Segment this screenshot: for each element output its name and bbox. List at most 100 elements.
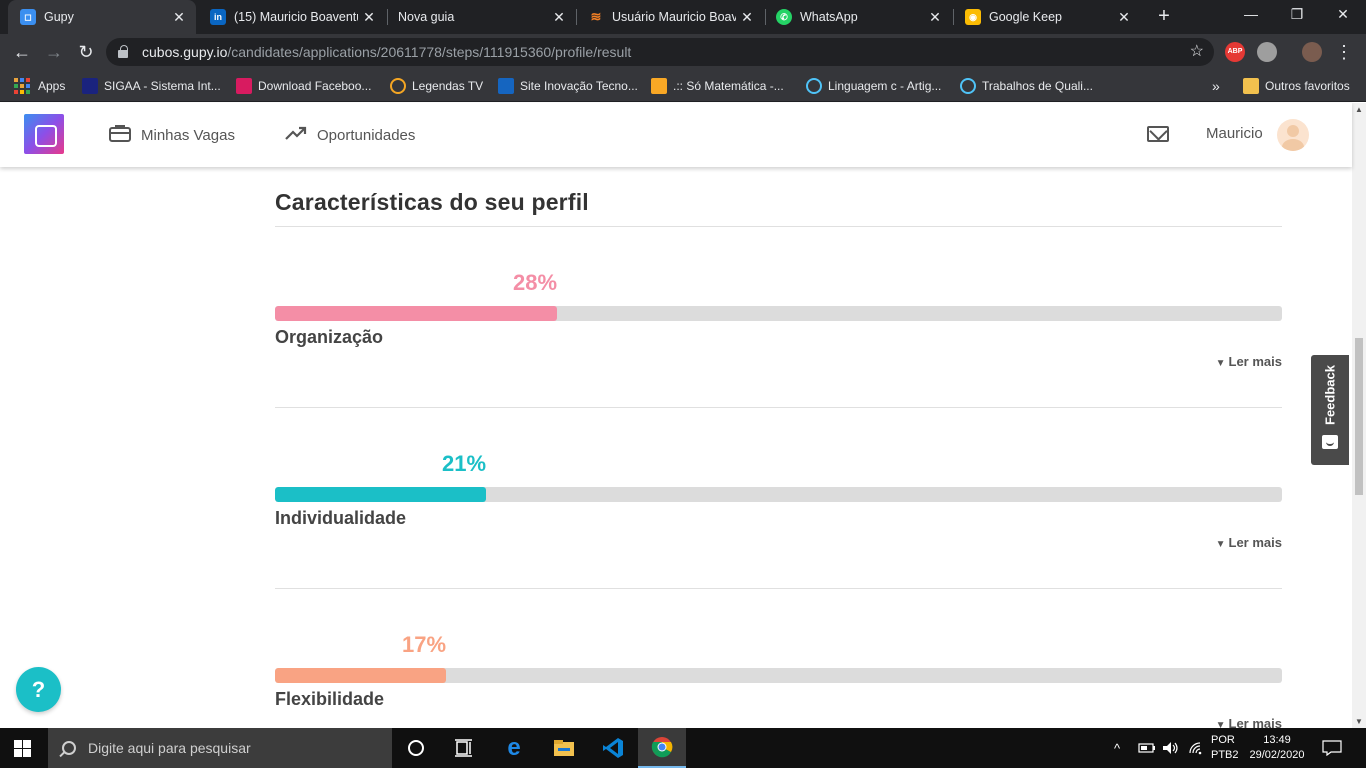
battery-icon[interactable] [1138,728,1156,768]
bookmark-trabalhos[interactable]: Trabalhos de Quali... [960,77,1093,95]
notifications-icon[interactable] [1322,728,1342,768]
bookmark-label: Download Faceboo... [258,79,372,93]
trait-progress-fill [275,487,486,502]
reload-button[interactable]: ↻ [72,38,100,66]
other-bookmarks-label: Outros favoritos [1265,79,1350,93]
browser-menu-icon[interactable]: ⋮ [1330,38,1358,66]
trabalhos-icon [960,78,976,94]
tab-nova-guia[interactable]: Nova guia ✕ [386,0,576,34]
maximize-window-button[interactable]: ❐ [1274,0,1320,30]
close-tab-icon[interactable]: ✕ [736,9,758,26]
bookmark-legendas-tv[interactable]: Legendas TV [390,77,483,95]
tab-title: (15) Mauricio Boaventura [234,10,358,24]
bookmarks-overflow-button[interactable]: » [1212,77,1220,95]
adblock-plus-icon[interactable]: ABP [1225,42,1245,62]
nav-minhas-vagas[interactable]: Minhas Vagas [109,123,235,147]
read-more-label: Ler mais [1228,354,1282,369]
read-more-label: Ler mais [1228,535,1282,550]
legendas-icon [390,78,406,94]
keep-favicon-icon: ◉ [965,9,981,25]
trait-percent: 17% [402,632,447,657]
caret-down-icon: ▼ [1215,539,1226,550]
tab-linkedin[interactable]: in (15) Mauricio Boaventura ✕ [198,0,386,34]
minimize-window-button[interactable]: — [1228,0,1274,30]
trending-up-icon [285,125,307,145]
bookmark-linguagem-c[interactable]: Linguagem c - Artig... [806,77,941,95]
feedback-tab[interactable]: Feedback [1311,355,1349,465]
wifi-icon[interactable] [1188,728,1204,768]
scrollbar-thumb[interactable] [1355,338,1363,495]
other-bookmarks-folder[interactable]: Outros favoritos [1243,77,1350,95]
bookmark-apps[interactable]: Apps [14,77,65,95]
chrome-icon[interactable] [638,728,686,768]
vscode-icon[interactable] [589,728,637,768]
bookmark-download-facebook[interactable]: Download Faceboo... [236,77,371,95]
url-path: /candidates/applications/20611778/steps/… [227,44,632,60]
taskbar-search[interactable]: Digite aqui para pesquisar [48,728,392,768]
nav-label: Oportunidades [317,126,416,144]
edge-icon[interactable]: e [490,728,538,768]
avatar[interactable] [1277,119,1309,151]
trait-progress-fill [275,306,557,321]
bookmark-label: Trabalhos de Quali... [982,79,1093,93]
scroll-up-icon[interactable]: ▲ [1354,105,1364,114]
download-icon [236,78,252,94]
mail-icon[interactable] [1147,126,1169,142]
trait-organizacao: 28% Organização ▼ Ler mais [275,270,1282,410]
address-bar[interactable]: cubos.gupy.io/candidates/applications/20… [106,38,1214,66]
trait-progress-fill [275,668,446,683]
tab-google-keep[interactable]: ◉ Google Keep ✕ [953,0,1141,34]
close-tab-icon[interactable]: ✕ [548,9,570,26]
bookmark-label: .:: Só Matemática -... [673,79,784,93]
app-header: Minhas Vagas Oportunidades Mauricio [0,103,1352,167]
system-clock[interactable]: 13:49 29/02/2020 [1248,728,1306,768]
trait-progress-track [275,487,1282,502]
close-window-button[interactable]: ✕ [1320,0,1366,30]
user-name[interactable]: Mauricio [1206,125,1263,142]
tab-title: Gupy [44,10,74,24]
matematica-icon [651,78,667,94]
tab-stackoverflow[interactable]: ≋ Usuário Mauricio Boaventura ✕ [576,0,764,34]
show-hidden-icons-icon[interactable]: ^ [1114,728,1120,768]
nav-label: Minhas Vagas [141,126,235,144]
close-tab-icon[interactable]: ✕ [1113,9,1135,26]
page-scrollbar[interactable]: ▲ ▼ [1352,103,1366,728]
bookmark-star-icon[interactable]: ☆ [1190,41,1204,61]
task-view-icon[interactable] [440,728,488,768]
gupy-logo[interactable] [24,114,64,154]
bookmark-inovacao[interactable]: Site Inovação Tecno... [498,77,638,95]
nav-oportunidades[interactable]: Oportunidades [285,123,415,147]
bookmark-label: Legendas TV [412,79,484,93]
whatsapp-favicon-icon: ✆ [776,9,792,25]
profile-results: Características do seu perfil 28% Organi… [0,167,1352,728]
profile-avatar-icon[interactable] [1302,42,1322,62]
apps-grid-icon [14,78,30,94]
read-more-button[interactable]: ▼ Ler mais [1216,354,1282,369]
divider [275,407,1282,408]
forward-button[interactable]: → [40,38,68,66]
new-tab-button[interactable]: + [1152,5,1176,29]
linkedin-favicon-icon: in [210,9,226,25]
close-tab-icon[interactable]: ✕ [168,9,190,26]
tab-whatsapp[interactable]: ✆ WhatsApp ✕ [764,0,952,34]
read-more-button[interactable]: ▼ Ler mais [1216,535,1282,550]
back-button[interactable]: ← [8,38,36,66]
windows-start-icon[interactable] [14,740,31,757]
cortana-icon[interactable] [392,728,440,768]
bookmark-sigaa[interactable]: SIGAA - Sistema Int... [82,77,221,95]
bookmark-so-matematica[interactable]: .:: Só Matemática -... [651,77,784,95]
browser-toolbar: ← → ↻ cubos.gupy.io/candidates/applicati… [0,34,1366,70]
file-explorer-icon[interactable] [540,728,588,768]
help-button[interactable]: ? [16,667,61,712]
input-language[interactable]: POR PTB2 [1211,728,1239,768]
extension-globe-icon[interactable] [1257,42,1277,62]
volume-icon[interactable] [1162,728,1180,768]
tab-gupy[interactable]: ◻ Gupy ✕ [8,0,196,34]
read-more-button[interactable]: ▼ Ler mais [1216,716,1282,728]
close-tab-icon[interactable]: ✕ [924,9,946,26]
caret-down-icon: ▼ [1215,720,1226,728]
section-title: Características do seu perfil [275,189,589,215]
close-tab-icon[interactable]: ✕ [358,9,380,26]
scroll-down-icon[interactable]: ▼ [1354,717,1364,726]
lang-code: POR [1211,734,1235,746]
